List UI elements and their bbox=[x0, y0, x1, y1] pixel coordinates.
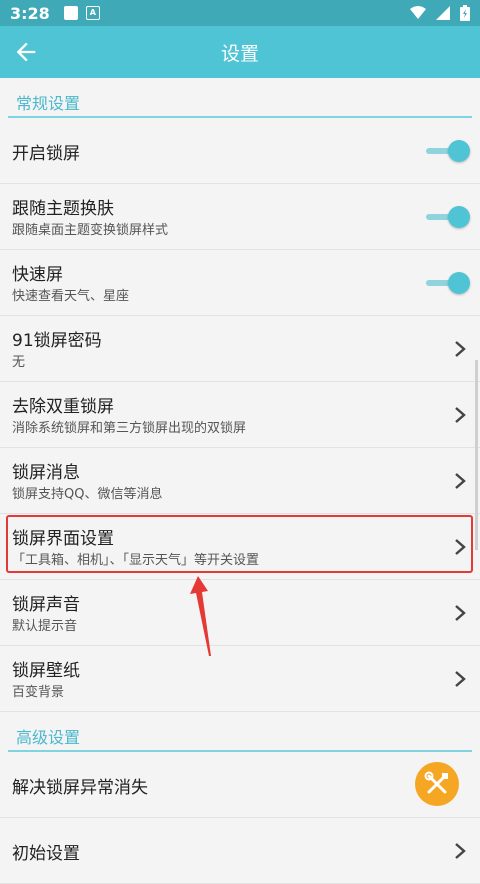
row-subtitle: 快速查看天气、星座 bbox=[12, 289, 130, 304]
quick-screen-toggle[interactable] bbox=[426, 271, 470, 295]
toggle-knob bbox=[448, 206, 470, 228]
row-subtitle: 跟随桌面主题变换锁屏样式 bbox=[12, 223, 169, 238]
toolbox-button[interactable] bbox=[415, 762, 459, 806]
follow-theme-toggle[interactable] bbox=[426, 205, 470, 229]
row-subtitle: 锁屏支持QQ、微信等消息 bbox=[12, 487, 163, 502]
chevron-right-icon bbox=[455, 341, 466, 357]
section-general-label: 常规设置 bbox=[16, 94, 81, 113]
section-general: 常规设置 bbox=[0, 78, 480, 118]
status-time: 3:28 bbox=[10, 3, 50, 23]
toggle-knob bbox=[448, 272, 470, 294]
scrollbar[interactable] bbox=[475, 360, 478, 550]
row-title: 锁屏声音 bbox=[12, 595, 80, 615]
row-enable-lock[interactable]: 开启锁屏 bbox=[0, 118, 480, 184]
row-lock-sound[interactable]: 锁屏声音 默认提示音 bbox=[0, 580, 480, 646]
toggle-knob bbox=[448, 140, 470, 162]
status-bar: 3:28 A bbox=[0, 0, 480, 26]
chevron-right-icon bbox=[455, 671, 466, 687]
row-subtitle: 消除系统锁屏和第三方锁屏出现的双锁屏 bbox=[12, 421, 247, 436]
chevron-right-icon bbox=[455, 605, 466, 621]
row-title: 快速屏 bbox=[12, 265, 63, 285]
row-subtitle: 百变背景 bbox=[12, 685, 65, 700]
row-lock-messages[interactable]: 锁屏消息 锁屏支持QQ、微信等消息 bbox=[0, 448, 480, 514]
row-subtitle: 默认提示音 bbox=[12, 619, 78, 634]
row-subtitle: 无 bbox=[12, 355, 26, 370]
battery-icon bbox=[460, 5, 470, 21]
row-quick-screen[interactable]: 快速屏 快速查看天气、星座 bbox=[0, 250, 480, 316]
notification-icon bbox=[63, 6, 78, 20]
app-notification-icon: A bbox=[85, 6, 100, 20]
section-advanced: 高级设置 bbox=[0, 712, 480, 752]
row-lock-wallpaper[interactable]: 锁屏壁纸 百变背景 bbox=[0, 646, 480, 712]
app-bar: 设置 bbox=[0, 26, 480, 78]
tools-icon bbox=[424, 771, 448, 794]
chevron-right-icon bbox=[455, 843, 466, 859]
page-title: 设置 bbox=[220, 42, 259, 65]
enable-lock-toggle[interactable] bbox=[426, 139, 470, 163]
row-title: 锁屏壁纸 bbox=[12, 661, 80, 681]
row-password[interactable]: 91锁屏密码 无 bbox=[0, 316, 480, 382]
wifi-icon bbox=[410, 6, 426, 19]
row-title: 初始设置 bbox=[12, 844, 80, 864]
row-initial-settings[interactable]: 初始设置 bbox=[0, 818, 480, 884]
row-title: 解决锁屏异常消失 bbox=[12, 778, 148, 798]
row-title: 91锁屏密码 bbox=[12, 331, 102, 351]
row-title: 开启锁屏 bbox=[12, 144, 80, 164]
arrow-left-icon[interactable] bbox=[12, 38, 40, 66]
signal-icon bbox=[436, 6, 450, 20]
row-title: 锁屏消息 bbox=[12, 463, 80, 483]
chevron-right-icon bbox=[455, 473, 466, 489]
section-advanced-label: 高级设置 bbox=[16, 728, 81, 747]
row-title: 跟随主题换肤 bbox=[12, 199, 114, 219]
highlight-box bbox=[6, 515, 473, 573]
annotation-arrow-icon bbox=[190, 576, 211, 656]
row-title: 去除双重锁屏 bbox=[12, 397, 114, 417]
row-fix-lock-disappear[interactable]: 解决锁屏异常消失 bbox=[0, 752, 480, 818]
chevron-right-icon bbox=[455, 407, 466, 423]
row-remove-double-lock[interactable]: 去除双重锁屏 消除系统锁屏和第三方锁屏出现的双锁屏 bbox=[0, 382, 480, 448]
row-follow-theme[interactable]: 跟随主题换肤 跟随桌面主题变换锁屏样式 bbox=[0, 184, 480, 250]
